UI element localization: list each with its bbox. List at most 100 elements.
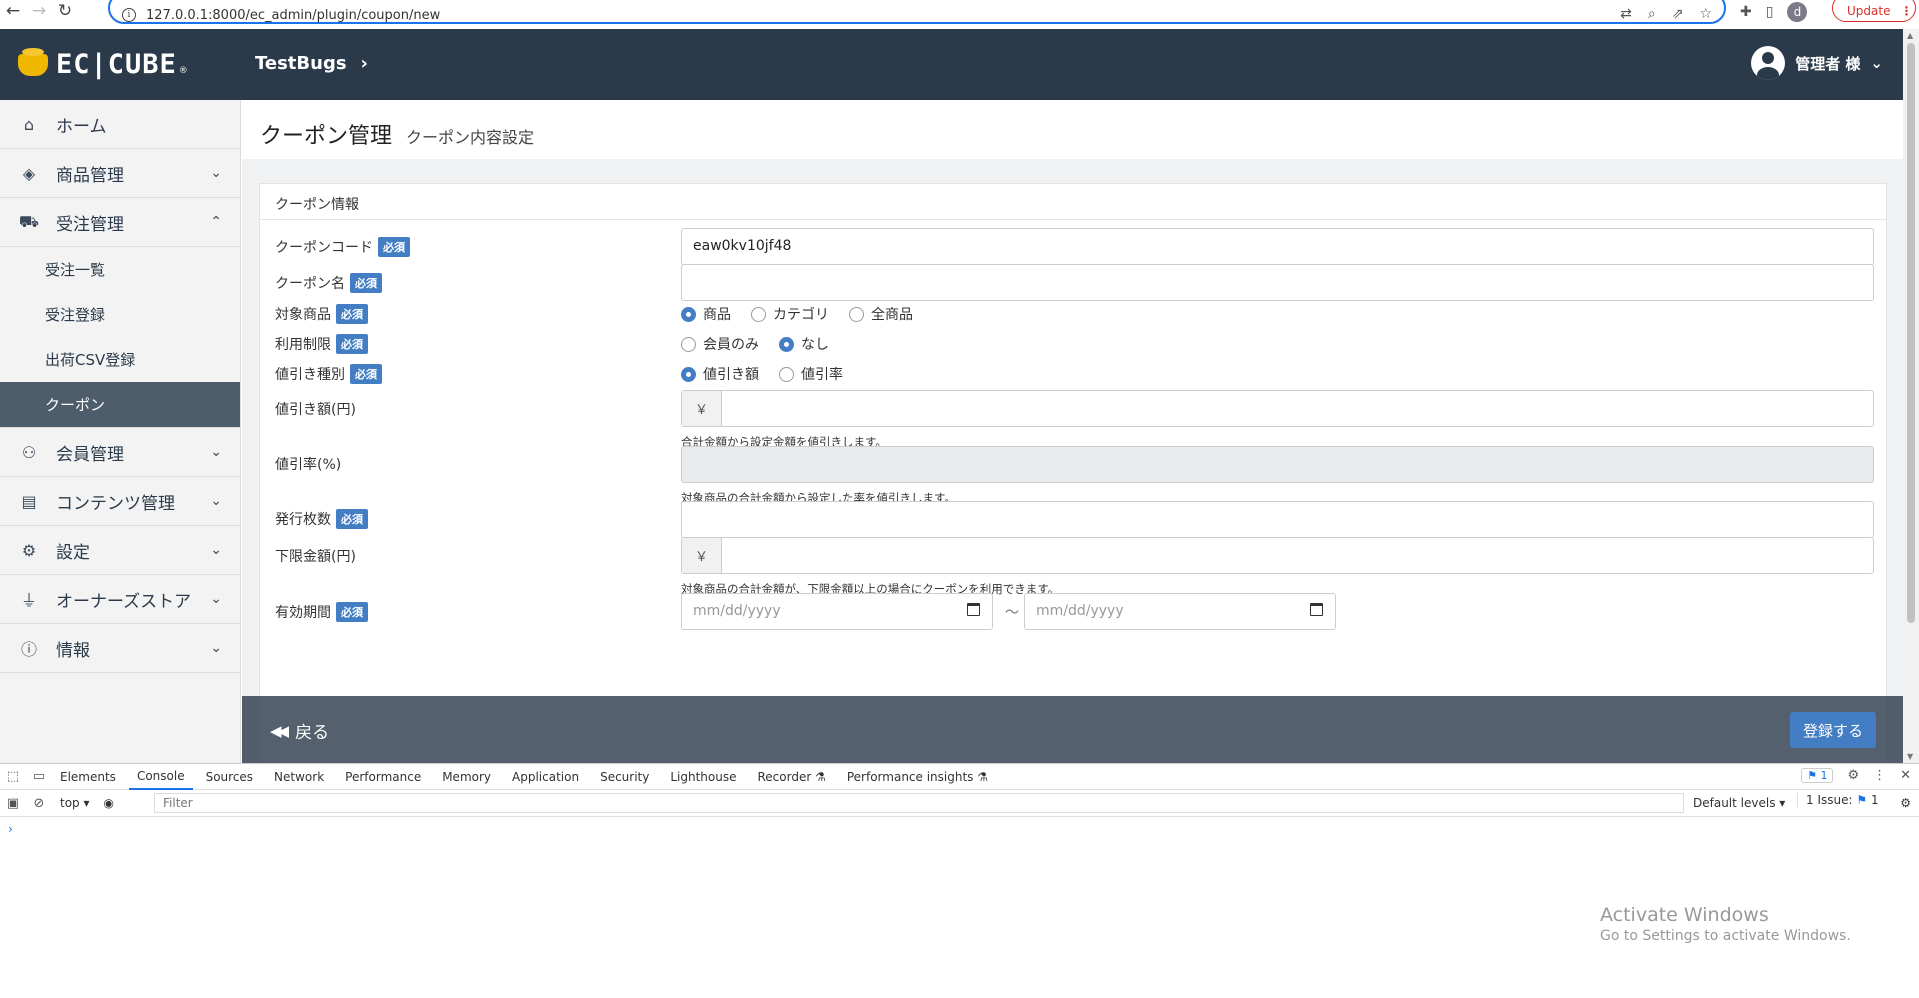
discount-type-radio-rate[interactable]: 値引率 [779, 364, 843, 384]
console-prompt[interactable]: › [8, 822, 13, 836]
user-menu[interactable]: 管理者 様 ⌄ [1751, 46, 1883, 80]
discount-amount-input-group[interactable]: ￥ [681, 390, 1874, 427]
coupon-code-input[interactable]: eaw0kv10jf48 [681, 228, 1874, 265]
sidebar-item-contents[interactable]: ▤ コンテンツ管理 ⌄ [0, 477, 240, 526]
devtools-tab-application[interactable]: Application [504, 764, 587, 790]
sidebar-item-label: 会員管理 [56, 444, 124, 465]
issues-badge[interactable]: ⚑ 1 [1801, 768, 1834, 783]
more-options-icon[interactable]: ⋮ [1873, 768, 1886, 783]
inspect-element-icon[interactable]: ⬚ [0, 769, 26, 784]
back-label: 戻る [295, 723, 330, 743]
plug-icon: ⏚ [20, 591, 37, 610]
required-badge: 必須 [350, 273, 382, 293]
calendar-icon[interactable] [967, 603, 980, 616]
calendar-icon[interactable] [1310, 603, 1323, 616]
register-button[interactable]: 登録する [1790, 712, 1876, 748]
card-title: クーポン情報 [260, 184, 1886, 220]
url-text[interactable]: 127.0.0.1:8000/ec_admin/plugin/coupon/ne… [146, 8, 440, 23]
radio-checked[interactable] [681, 366, 696, 382]
min-amount-input-group[interactable]: ￥ [681, 537, 1874, 574]
reload-icon[interactable]: ↻ [52, 0, 78, 22]
browser-toolbar: ← → ↻ i 127.0.0.1:8000/ec_admin/plugin/c… [0, 0, 1919, 24]
extensions-icon[interactable]: ✚ [1740, 4, 1752, 20]
devtools-tab-network[interactable]: Network [266, 764, 332, 790]
target-radio-category[interactable]: カテゴリ [751, 304, 829, 324]
eccube-logo[interactable]: EC|CUBE ® [18, 47, 188, 80]
clear-console-icon[interactable]: ⊘ [26, 796, 52, 811]
sidebar-item-settings[interactable]: ⚙ 設定 ⌄ [0, 526, 240, 575]
sidebar-item-label: 設定 [56, 542, 90, 563]
radio-unchecked[interactable] [751, 306, 766, 322]
discount-type-radio-amount[interactable]: 値引き額 [681, 364, 759, 384]
sidebar-item-info[interactable]: ⓘ 情報 ⌄ [0, 624, 240, 673]
radio-unchecked[interactable] [849, 306, 864, 322]
radio-label: 会員のみ [703, 337, 759, 353]
zoom-icon[interactable]: ⌕ [1648, 6, 1656, 22]
forward-arrow-icon[interactable]: → [26, 0, 52, 22]
translate-icon[interactable]: ⇄ [1620, 6, 1632, 22]
required-badge: 必須 [336, 304, 368, 324]
page-title: クーポン管理 [260, 124, 393, 149]
chevron-up-icon: ⌃ [210, 214, 222, 230]
log-levels-dropdown[interactable]: Default levels ▾ [1693, 796, 1785, 810]
sidebar-item-products[interactable]: ◈ 商品管理 ⌄ [0, 149, 240, 198]
devtools-tab-recorder[interactable]: Recorder ⚗ [750, 764, 834, 790]
period-end-date-input[interactable]: mm/dd/yyyy [1024, 593, 1336, 630]
side-panel-icon[interactable]: ▯ [1766, 4, 1774, 20]
radio-checked[interactable] [779, 336, 794, 352]
devtools-tab-elements[interactable]: Elements [52, 764, 124, 790]
address-bar[interactable]: i 127.0.0.1:8000/ec_admin/plugin/coupon/… [108, 0, 1726, 24]
period-start-date-input[interactable]: mm/dd/yyyy [681, 593, 993, 630]
target-radio-all[interactable]: 全商品 [849, 304, 913, 324]
coupon-name-input[interactable] [681, 264, 1874, 301]
scroll-down-icon[interactable]: ▼ [1907, 752, 1913, 761]
scroll-up-icon[interactable]: ▲ [1907, 31, 1913, 40]
radio-checked[interactable] [681, 306, 696, 322]
device-toolbar-icon[interactable]: ▭ [26, 769, 52, 784]
settings-gear-icon[interactable]: ⚙ [1847, 768, 1859, 783]
sidebar-subitem-coupon[interactable]: クーポン [0, 382, 240, 427]
devtools-tabbar: ⬚ ▭ Elements Console Sources Network Per… [0, 764, 1919, 790]
profile-avatar[interactable]: d [1787, 2, 1808, 22]
close-devtools-icon[interactable]: ✕ [1900, 768, 1911, 783]
chevron-down-icon: ⌄ [210, 640, 222, 656]
console-settings-icon[interactable]: ⚙ [1900, 796, 1911, 810]
devtools-tab-lighthouse[interactable]: Lighthouse [662, 764, 744, 790]
sidebar-toggle-icon[interactable]: ▣ [0, 796, 26, 811]
devtools-tab-security[interactable]: Security [592, 764, 657, 790]
update-button[interactable]: Update ⋮ [1832, 0, 1916, 22]
radio-label: なし [801, 337, 829, 353]
eye-icon[interactable]: ◉ [104, 796, 114, 810]
sidebar-item-owners-store[interactable]: ⏚ オーナーズストア ⌄ [0, 575, 240, 624]
site-info-icon[interactable]: i [122, 8, 136, 22]
issues-link[interactable]: 1 Issue: ⚑ 1 [1797, 793, 1879, 807]
sidebar-item-home[interactable]: ⌂ ホーム [0, 100, 240, 149]
page-scrollbar[interactable]: ▲ ▼ [1903, 29, 1919, 763]
sidebar-subitem-order-list[interactable]: 受注一覧 [0, 247, 240, 292]
context-selector[interactable]: top ▾ [60, 796, 90, 810]
target-radio-product[interactable]: 商品 [681, 304, 731, 324]
sidebar-item-members[interactable]: ⚇ 会員管理 ⌄ [0, 428, 240, 477]
back-arrow-icon[interactable]: ← [0, 0, 26, 22]
back-link[interactable]: ◀◀ 戻る [270, 718, 330, 744]
devtools-tab-memory[interactable]: Memory [434, 764, 499, 790]
devtools-tab-console[interactable]: Console [128, 764, 193, 790]
scrollbar-thumb[interactable] [1907, 43, 1915, 623]
devtools-tab-performance-insights[interactable]: Performance insights ⚗ [839, 764, 996, 790]
restriction-radio-none[interactable]: なし [779, 334, 829, 354]
share-icon[interactable]: ⇗ [1672, 6, 1684, 22]
radio-unchecked[interactable] [779, 366, 794, 382]
devtools-tab-performance[interactable]: Performance [337, 764, 429, 790]
shop-link[interactable]: TestBugs › [255, 53, 368, 74]
issue-count-input[interactable] [681, 501, 1874, 538]
radio-unchecked[interactable] [681, 336, 696, 352]
sidebar-subitem-order-register[interactable]: 受注登録 [0, 292, 240, 337]
restriction-radio-members[interactable]: 会員のみ [681, 334, 759, 354]
devtools-tab-sources[interactable]: Sources [198, 764, 261, 790]
issue-flag-icon: ⚑ [1856, 793, 1868, 807]
box-icon: ◈ [22, 163, 36, 183]
bookmark-star-icon[interactable]: ☆ [1699, 6, 1712, 22]
console-filter-input[interactable]: Filter [154, 793, 1684, 813]
sidebar-subitem-shipping-csv[interactable]: 出荷CSV登録 [0, 337, 240, 382]
sidebar-item-orders[interactable]: ⛟ 受注管理 ⌃ [0, 198, 240, 247]
